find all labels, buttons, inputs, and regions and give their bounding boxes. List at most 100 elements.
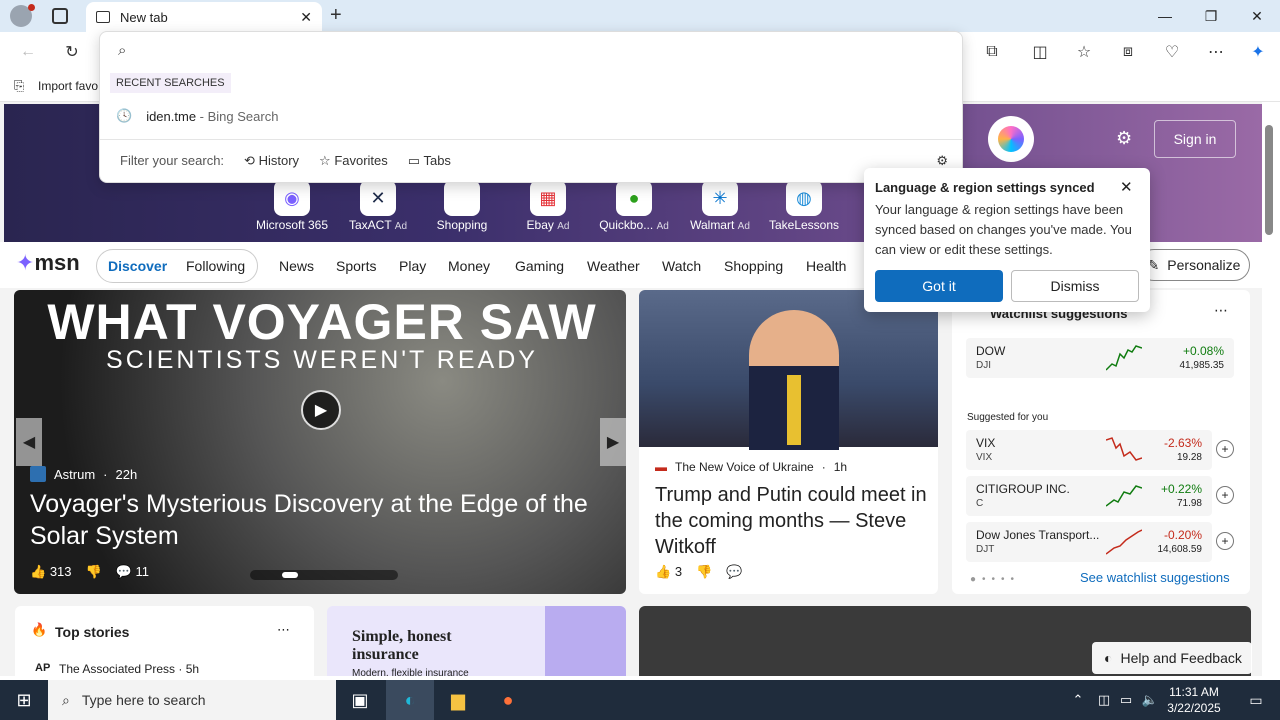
ap-logo: AP	[35, 662, 51, 674]
nav-sports[interactable]: Sports	[336, 258, 376, 274]
watchlist-pager[interactable]: ●••••	[970, 574, 1020, 585]
more-menu-icon[interactable]: ⋯	[1202, 38, 1230, 66]
carousel-prev-button[interactable]: ◀	[16, 418, 42, 466]
edge-taskbar-icon[interactable]: ◐	[386, 680, 434, 720]
see-watchlist-link[interactable]: See watchlist suggestions	[1080, 570, 1230, 585]
tabs-icon: ▭	[407, 152, 421, 168]
back-button[interactable]: ←	[14, 38, 42, 66]
story-source: Astrum · 22h	[30, 466, 137, 482]
tab-actions-icon[interactable]	[52, 8, 68, 24]
taskbar-search[interactable]: ⌕ Type here to search	[48, 680, 336, 720]
new-tab-button[interactable]: +	[330, 4, 342, 27]
search-settings-icon[interactable]: ⚙	[936, 153, 948, 169]
filter-history[interactable]: ⟲ History	[244, 153, 299, 169]
stock-row[interactable]: CITIGROUP INC. C +0.22% 71.98 +	[966, 476, 1234, 516]
personalize-button[interactable]: ✎ Personalize	[1138, 249, 1250, 281]
msn-logo[interactable]: ✦msn	[16, 250, 80, 276]
comments-icon[interactable]: 💬	[726, 564, 742, 580]
copilot-logo-icon	[998, 126, 1024, 152]
top-stories-card: 🔥 Top stories ⋯ AP The Associated Press …	[15, 606, 314, 676]
address-input[interactable]	[144, 38, 944, 64]
new-tab-icon	[96, 11, 110, 23]
task-view-icon[interactable]: ▣	[336, 680, 384, 720]
carousel-next-button[interactable]: ▶	[600, 418, 626, 466]
copilot-button[interactable]	[988, 116, 1034, 162]
performance-icon[interactable]: ♡	[1158, 38, 1186, 66]
refresh-button[interactable]: ↻	[58, 38, 86, 66]
nav-news[interactable]: News	[279, 258, 314, 274]
story-title[interactable]: Trump and Putin could meet in the coming…	[655, 482, 931, 560]
story-source: ▬ The New Voice of Ukraine · 1h	[655, 460, 848, 474]
app-tile-ebay[interactable]: ▦ Ebay Ad	[508, 180, 588, 232]
split-screen-icon[interactable]: ◫	[1026, 38, 1054, 66]
play-video-button[interactable]: ▶	[301, 390, 341, 430]
start-button[interactable]: ⊞	[0, 680, 48, 720]
suggested-label: Suggested for you	[967, 412, 1049, 423]
taskbar-clock[interactable]: 11:31 AM 3/22/2025	[1154, 684, 1234, 716]
dislike-icon[interactable]: 👎	[696, 564, 712, 580]
firefox-icon[interactable]: ●	[484, 680, 532, 720]
got-it-button[interactable]: Got it	[875, 270, 1003, 302]
minimize-button[interactable]: —	[1142, 0, 1188, 32]
like-button[interactable]: 👍 3	[655, 564, 682, 580]
collections-icon[interactable]: ⧈	[1114, 38, 1142, 66]
nav-money[interactable]: Money	[448, 258, 490, 274]
stock-row[interactable]: VIX VIX -2.63% 19.28 +	[966, 430, 1234, 470]
story-reactions: 👍 313 👎 💬 11	[30, 564, 149, 580]
tab-new-tab[interactable]: New tab ✕	[86, 2, 322, 32]
dislike-icon[interactable]: 👎	[86, 564, 102, 580]
like-button[interactable]: 👍 313	[30, 564, 72, 580]
sign-in-button[interactable]: Sign in	[1154, 120, 1236, 158]
ad-insurance-card[interactable]: Simple, honest insurance Modern, flexibl…	[327, 606, 626, 676]
dismiss-button[interactable]: Dismiss	[1011, 270, 1139, 302]
ad-title: Simple, honest insurance	[352, 628, 452, 663]
tab-discover[interactable]: Discover	[108, 258, 167, 274]
nav-play[interactable]: Play	[399, 258, 426, 274]
sparkline	[1106, 437, 1142, 461]
watchlist-more-icon[interactable]: ⋯	[1214, 302, 1228, 319]
carousel-indicators[interactable]	[250, 570, 398, 580]
app-tile-quickbooks[interactable]: ● Quickbo... Ad	[594, 180, 674, 232]
close-window-button[interactable]: ✕	[1234, 0, 1280, 32]
nav-gaming[interactable]: Gaming	[515, 258, 564, 274]
filter-tabs[interactable]: ▭ Tabs	[408, 153, 451, 169]
nav-watch[interactable]: Watch	[662, 258, 701, 274]
story-title[interactable]: Voyager's Mysterious Discovery at the Ed…	[30, 488, 610, 552]
top-stories-more-icon[interactable]: ⋯	[277, 622, 290, 638]
import-favorites-link[interactable]: Import favo	[38, 79, 98, 93]
filter-favorites[interactable]: ☆ Favorites	[319, 153, 388, 169]
copilot-icon[interactable]: ✦	[1244, 38, 1272, 66]
history-icon: ⟲	[244, 152, 255, 168]
stock-row[interactable]: DOW DJI +0.08% 41,985.35	[966, 338, 1234, 378]
help-feedback-button[interactable]: ◐ Help and Feedback	[1092, 642, 1252, 674]
add-to-watchlist-button[interactable]: +	[1216, 532, 1234, 550]
app-tile-shopping[interactable]: ◇ Shopping	[422, 180, 502, 232]
page-settings-icon[interactable]: ⚙	[1116, 128, 1132, 149]
recent-search-item[interactable]: 🕓 iden.tme - Bing Search	[100, 101, 962, 131]
add-to-watchlist-button[interactable]: +	[1216, 486, 1234, 504]
scrollbar-thumb[interactable]	[1265, 125, 1273, 235]
microsoft365-icon: ◉	[274, 180, 310, 216]
add-to-watchlist-button[interactable]: +	[1216, 440, 1234, 458]
nav-weather[interactable]: Weather	[587, 258, 640, 274]
nav-shopping[interactable]: Shopping	[724, 258, 783, 274]
comments-button[interactable]: 💬 11	[116, 564, 149, 580]
restore-button[interactable]: ❐	[1188, 0, 1234, 32]
app-tile-microsoft365[interactable]: ◉ Microsoft 365	[252, 180, 332, 232]
close-tab-icon[interactable]: ✕	[300, 9, 312, 26]
extensions-icon[interactable]: ⧉	[978, 38, 1006, 66]
msn-butterfly-icon: ✦	[16, 250, 35, 275]
tab-following[interactable]: Following	[186, 258, 245, 274]
nav-health[interactable]: Health	[806, 258, 846, 274]
story-card[interactable]: ▬ The New Voice of Ukraine · 1h Trump and …	[639, 290, 938, 594]
active-indicator	[282, 572, 298, 578]
app-tile-taxact[interactable]: ✕ TaxACT Ad	[338, 180, 418, 232]
main-story-card[interactable]: WHAT VOYAGER SAW SCIENTISTS WEREN'T READ…	[14, 290, 626, 594]
file-explorer-icon[interactable]: ▆	[434, 680, 482, 720]
notifications-icon[interactable]: ▭	[1232, 680, 1280, 720]
favorites-icon[interactable]: ☆	[1070, 38, 1098, 66]
app-tile-walmart[interactable]: ✳ Walmart Ad	[680, 180, 760, 232]
close-flyout-icon[interactable]: ✕	[1120, 178, 1133, 196]
app-tile-takelessons[interactable]: ◍ TakeLessons	[764, 180, 844, 232]
stock-row[interactable]: Dow Jones Transport... DJT -0.20% 14,608.5…	[966, 522, 1234, 562]
